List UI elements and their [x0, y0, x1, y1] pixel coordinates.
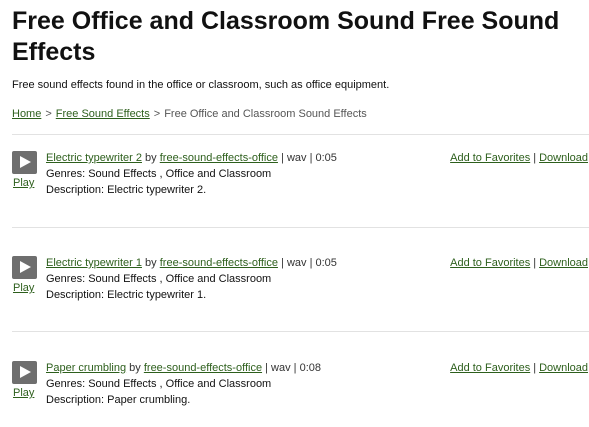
genres-label: Genres:	[46, 168, 86, 180]
sound-description: Paper crumbling.	[107, 394, 191, 406]
play-icon[interactable]	[12, 151, 37, 174]
pipe-separator: |	[533, 152, 537, 164]
sound-duration: 0:05	[315, 152, 337, 164]
sound-genres-line: Genres: Sound Effects , Office and Class…	[46, 376, 321, 392]
by-label: by	[145, 257, 157, 269]
sound-genres: Sound Effects , Office and Classroom	[88, 168, 272, 180]
divider	[12, 227, 589, 228]
sound-actions: Add to Favorites | Download	[450, 150, 588, 166]
download-link[interactable]: Download	[539, 152, 588, 164]
divider	[12, 134, 589, 135]
sound-title-link[interactable]: Electric typewriter 1	[46, 257, 142, 269]
download-link[interactable]: Download	[539, 257, 588, 269]
page-intro: Free sound effects found in the office o…	[12, 79, 390, 91]
description-label: Description:	[46, 394, 105, 406]
sound-duration: 0:05	[315, 257, 337, 269]
download-link[interactable]: Download	[539, 362, 588, 374]
sound-duration: 0:08	[299, 362, 322, 374]
by-label: by	[145, 152, 157, 164]
pipe-separator: |	[309, 257, 313, 269]
author-link[interactable]: free-sound-effects-office	[160, 152, 278, 164]
sound-info: Electric typewriter 1 by free-sound-effe…	[46, 255, 337, 303]
sound-title-line: Electric typewriter 2 by free-sound-effe…	[46, 150, 337, 166]
add-to-favorites-link[interactable]: Add to Favorites	[450, 152, 530, 164]
pipe-separator: |	[293, 362, 297, 374]
breadcrumb-separator: >	[45, 108, 52, 120]
play-link[interactable]: Play	[13, 282, 34, 294]
pipe-separator: |	[309, 152, 313, 164]
play-link[interactable]: Play	[13, 177, 34, 189]
sound-item: Play Electric typewriter 2 by free-sound…	[12, 151, 589, 217]
author-link[interactable]: free-sound-effects-office	[144, 362, 262, 374]
sound-title-link[interactable]: Electric typewriter 2	[46, 152, 142, 164]
sound-format: wav	[271, 362, 291, 374]
author-link[interactable]: free-sound-effects-office	[160, 257, 278, 269]
sound-description-line: Description: Paper crumbling.	[46, 392, 321, 408]
sound-info: Electric typewriter 2 by free-sound-effe…	[46, 150, 337, 198]
play-link[interactable]: Play	[13, 387, 34, 399]
sound-actions: Add to Favorites | Download	[450, 255, 588, 271]
pipe-separator: |	[281, 257, 284, 269]
genres-label: Genres:	[46, 378, 86, 390]
breadcrumb-home-link[interactable]: Home	[12, 108, 41, 120]
divider	[12, 331, 589, 332]
sound-title-line: Electric typewriter 1 by free-sound-effe…	[46, 255, 337, 271]
sound-item: Play Paper crumbling by free-sound-effec…	[12, 361, 589, 427]
sound-format: wav	[286, 257, 307, 269]
genres-label: Genres:	[46, 273, 86, 285]
sound-genres: Sound Effects , Office and Classroom	[88, 273, 272, 285]
add-to-favorites-link[interactable]: Add to Favorites	[450, 257, 530, 269]
description-label: Description:	[46, 184, 105, 196]
add-to-favorites-link[interactable]: Add to Favorites	[450, 362, 530, 374]
page: Free Office and Classroom Sound Free Sou…	[0, 0, 589, 414]
pipe-separator: |	[533, 257, 537, 269]
sound-description: Electric typewriter 2.	[107, 184, 207, 196]
breadcrumb-category-link[interactable]: Free Sound Effects	[56, 108, 150, 120]
sound-genres-line: Genres: Sound Effects , Office and Class…	[46, 271, 337, 287]
by-label: by	[129, 362, 141, 374]
pipe-separator: |	[281, 152, 284, 164]
sound-title-link[interactable]: Paper crumbling	[46, 362, 126, 374]
play-icon[interactable]	[12, 256, 37, 279]
sound-description-line: Description: Electric typewriter 1.	[46, 287, 337, 303]
play-icon[interactable]	[12, 361, 37, 384]
page-title: Free Office and Classroom Sound Free Sou…	[12, 7, 560, 66]
description-label: Description:	[46, 289, 105, 301]
sound-genres-line: Genres: Sound Effects , Office and Class…	[46, 166, 337, 182]
pipe-separator: |	[265, 362, 268, 374]
sound-actions: Add to Favorites | Download	[450, 360, 588, 376]
sound-info: Paper crumbling by free-sound-effects-of…	[46, 360, 321, 408]
breadcrumb-separator: >	[153, 108, 161, 120]
sound-title-line: Paper crumbling by free-sound-effects-of…	[46, 360, 321, 376]
pipe-separator: |	[533, 362, 537, 374]
sound-format: wav	[286, 152, 307, 164]
sound-description-line: Description: Electric typewriter 2.	[46, 182, 337, 198]
sound-genres: Sound Effects , Office and Classroom	[88, 378, 272, 390]
breadcrumb: Home > Free Sound Effects > Free Office and …	[12, 108, 367, 120]
sound-description: Electric typewriter 1.	[107, 289, 207, 301]
sound-item: Play Electric typewriter 1 by free-sound…	[12, 256, 589, 322]
breadcrumb-current: Free Office and Classroom Sound Effects	[164, 108, 367, 120]
